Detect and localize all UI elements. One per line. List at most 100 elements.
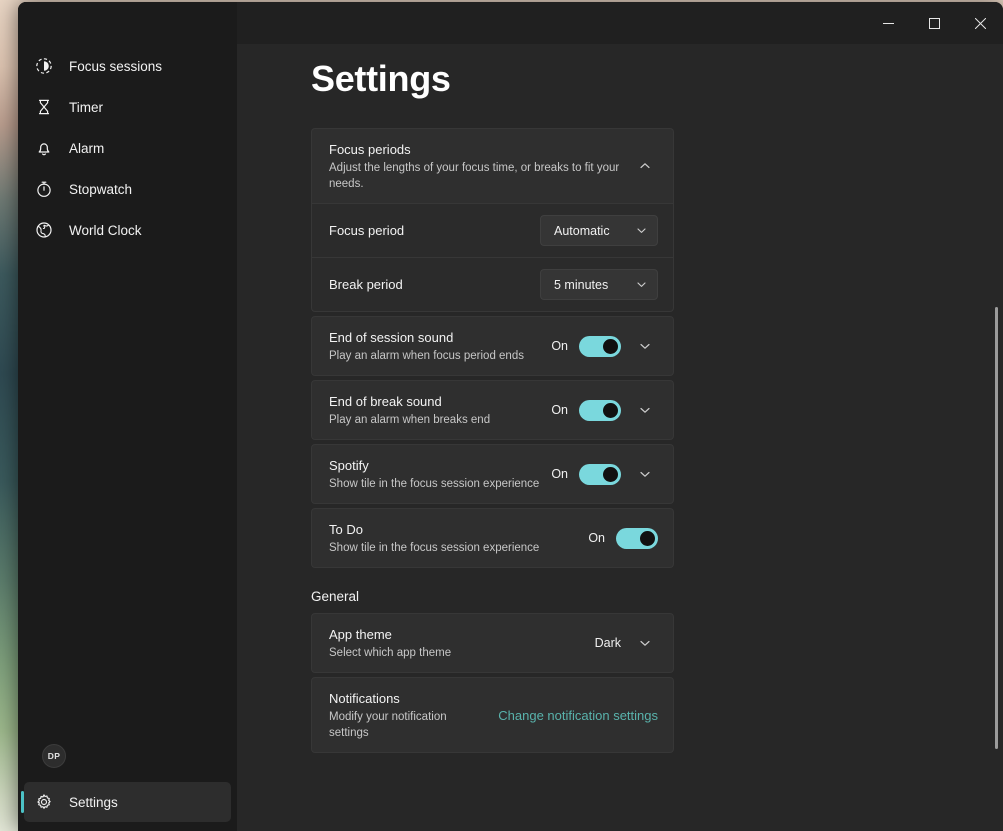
row-title: End of break sound xyxy=(329,392,551,411)
focus-period-text: Focus period xyxy=(329,221,540,240)
break-period-dropdown[interactable]: 5 minutes xyxy=(540,269,658,300)
sidebar-item-world-clock[interactable]: World Clock xyxy=(24,210,231,250)
end-of-break-sound-row: End of break sound Play an alarm when br… xyxy=(312,381,673,439)
focus-period-row-card: Focus period Automatic xyxy=(311,203,674,257)
window-controls xyxy=(865,2,1003,44)
row-controls: On xyxy=(551,464,658,485)
sidebar-footer: DP Settings xyxy=(18,744,237,823)
focus-sessions-icon xyxy=(35,57,53,75)
page-title: Settings xyxy=(311,58,1003,100)
focus-periods-header[interactable]: Focus periods Adjust the lengths of your… xyxy=(312,129,673,203)
chevron-down-icon xyxy=(636,225,647,236)
chevron-down-icon[interactable] xyxy=(632,404,658,416)
notifications-title: Notifications xyxy=(329,689,469,708)
end-of-session-sound-toggle[interactable] xyxy=(579,336,621,357)
bell-icon xyxy=(35,139,53,157)
focus-periods-text: Focus periods Adjust the lengths of your… xyxy=(329,140,632,192)
app-theme-title: App theme xyxy=(329,625,595,644)
focus-period-label: Focus period xyxy=(329,221,540,240)
app-theme-card[interactable]: App theme Select which app theme Dark xyxy=(311,613,674,673)
sidebar-item-timer[interactable]: Timer xyxy=(24,87,231,127)
gear-icon xyxy=(35,793,53,811)
break-period-row: Break period 5 minutes xyxy=(312,258,673,311)
general-section-label: General xyxy=(311,589,674,604)
todo-toggle[interactable] xyxy=(616,528,658,549)
notifications-card: Notifications Modify your notification s… xyxy=(311,677,674,753)
break-period-value: 5 minutes xyxy=(554,278,608,292)
sidebar-item-label: Stopwatch xyxy=(69,182,132,197)
notifications-description: Modify your notification settings xyxy=(329,709,469,741)
sidebar-item-label: Alarm xyxy=(69,141,104,156)
app-theme-description: Select which app theme xyxy=(329,645,595,661)
break-period-row-card: Break period 5 minutes xyxy=(311,257,674,312)
change-notification-settings-link[interactable]: Change notification settings xyxy=(498,708,658,723)
row-description: Play an alarm when breaks end xyxy=(329,412,551,428)
row-title: End of session sound xyxy=(329,328,551,347)
break-period-right: 5 minutes xyxy=(540,269,658,300)
row-description: Show tile in the focus session experienc… xyxy=(329,540,588,556)
sidebar-item-label: Settings xyxy=(69,795,118,810)
focus-periods-card[interactable]: Focus periods Adjust the lengths of your… xyxy=(311,128,674,203)
maximize-button[interactable] xyxy=(911,2,957,44)
end-of-session-sound-row: End of session sound Play an alarm when … xyxy=(312,317,673,375)
end-of-break-sound-text: End of break sound Play an alarm when br… xyxy=(329,392,551,428)
chevron-up-icon[interactable] xyxy=(632,160,658,172)
chevron-down-icon[interactable] xyxy=(632,340,658,352)
notifications-row: Notifications Modify your notification s… xyxy=(312,678,673,752)
todo-text: To Do Show tile in the focus session exp… xyxy=(329,520,588,556)
sidebar-item-focus-sessions[interactable]: Focus sessions xyxy=(24,46,231,86)
end-of-break-sound-toggle[interactable] xyxy=(579,400,621,421)
vertical-scrollbar[interactable] xyxy=(995,307,998,749)
break-period-label: Break period xyxy=(329,275,540,294)
chevron-down-icon[interactable] xyxy=(632,468,658,480)
spotify-card[interactable]: Spotify Show tile in the focus session e… xyxy=(311,444,674,504)
hourglass-icon xyxy=(35,98,53,116)
end-of-session-sound-card[interactable]: End of session sound Play an alarm when … xyxy=(311,316,674,376)
focus-periods-right xyxy=(632,160,658,172)
focus-period-right: Automatic xyxy=(540,215,658,246)
row-description: Play an alarm when focus period ends xyxy=(329,348,551,364)
toggle-state-label: On xyxy=(588,531,605,545)
sidebar-item-label: World Clock xyxy=(69,223,142,238)
focus-periods-title: Focus periods xyxy=(329,140,632,159)
nav-list: Focus sessions Timer xyxy=(18,46,237,250)
chevron-down-icon xyxy=(636,279,647,290)
settings-panel: Focus periods Adjust the lengths of your… xyxy=(311,128,674,753)
notifications-text: Notifications Modify your notification s… xyxy=(329,689,469,741)
toggle-state-label: On xyxy=(551,467,568,481)
app-theme-value: Dark xyxy=(595,636,621,650)
avatar[interactable]: DP xyxy=(42,744,66,768)
sidebar-item-settings[interactable]: Settings xyxy=(24,782,231,822)
row-controls: On xyxy=(551,336,658,357)
sidebar-item-alarm[interactable]: Alarm xyxy=(24,128,231,168)
row-controls: On xyxy=(551,400,658,421)
globe-icon xyxy=(35,221,53,239)
end-of-break-sound-card[interactable]: End of break sound Play an alarm when br… xyxy=(311,380,674,440)
settings-content: Settings Focus periods Adjust the length… xyxy=(237,44,1003,831)
todo-row: To Do Show tile in the focus session exp… xyxy=(312,509,673,567)
close-button[interactable] xyxy=(957,2,1003,44)
row-controls: On xyxy=(588,528,658,549)
toggle-state-label: On xyxy=(551,339,568,353)
sidebar-item-stopwatch[interactable]: Stopwatch xyxy=(24,169,231,209)
navigation-sidebar: Focus sessions Timer xyxy=(18,2,237,831)
sidebar-item-label: Timer xyxy=(69,100,103,115)
end-of-session-sound-text: End of session sound Play an alarm when … xyxy=(329,328,551,364)
row-title: Spotify xyxy=(329,456,551,475)
todo-card[interactable]: To Do Show tile in the focus session exp… xyxy=(311,508,674,568)
minimize-button[interactable] xyxy=(865,2,911,44)
focus-periods-description: Adjust the lengths of your focus time, o… xyxy=(329,160,632,192)
spotify-row: Spotify Show tile in the focus session e… xyxy=(312,445,673,503)
row-title: To Do xyxy=(329,520,588,539)
focus-period-row: Focus period Automatic xyxy=(312,204,673,257)
spotify-toggle[interactable] xyxy=(579,464,621,485)
app-theme-right: Dark xyxy=(595,636,658,650)
toggle-state-label: On xyxy=(551,403,568,417)
app-theme-text: App theme Select which app theme xyxy=(329,625,595,661)
chevron-down-icon[interactable] xyxy=(632,637,658,649)
app-theme-row: App theme Select which app theme Dark xyxy=(312,614,673,672)
spotify-text: Spotify Show tile in the focus session e… xyxy=(329,456,551,492)
desktop-background: Clock xyxy=(0,0,1003,831)
focus-period-dropdown[interactable]: Automatic xyxy=(540,215,658,246)
sidebar-item-label: Focus sessions xyxy=(69,59,162,74)
